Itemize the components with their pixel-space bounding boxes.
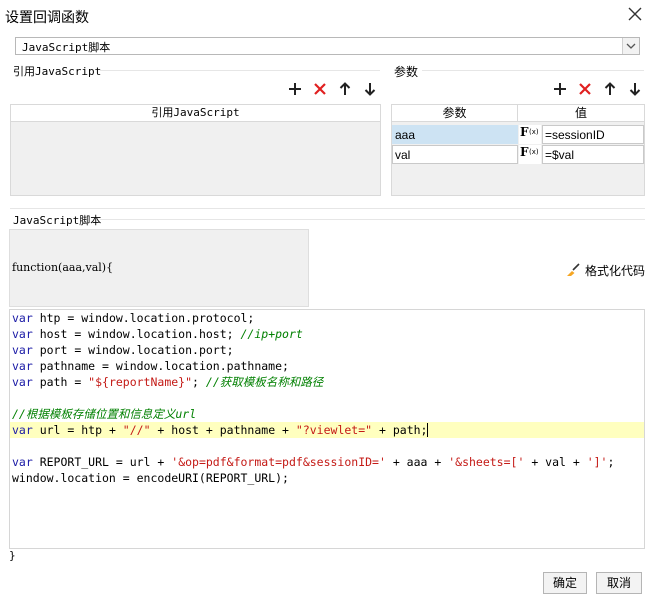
- ref-js-section-label: 引用JavaScript: [13, 65, 102, 78]
- fx-icon: F: [520, 125, 529, 139]
- param-delete-icon[interactable]: [577, 81, 593, 97]
- dialog-title: 设置回调函数: [5, 9, 89, 25]
- params-section-label: 参数: [394, 65, 419, 79]
- fx-subscript: (x): [529, 128, 539, 136]
- ref-js-table[interactable]: 引用JavaScript: [10, 104, 381, 196]
- param-value-cell[interactable]: =$val: [542, 145, 644, 164]
- divider: [422, 70, 644, 71]
- code-line: var port = window.location.port;: [12, 343, 234, 357]
- param-add-icon[interactable]: [552, 81, 568, 97]
- brush-icon: [565, 262, 581, 278]
- ok-button[interactable]: 确定: [543, 572, 587, 594]
- signature-box: function(aaa,val){: [9, 229, 309, 307]
- code-line: var url = htp + "//" + host + pathname +…: [12, 423, 429, 437]
- code-line: window.location = encodeURI(REPORT_URL);: [12, 471, 289, 485]
- ref-js-column-header: 引用JavaScript: [11, 105, 380, 122]
- code-line: var pathname = window.location.pathname;: [12, 359, 289, 373]
- divider: [100, 70, 380, 71]
- fx-subscript: (x): [529, 148, 539, 156]
- ref-move-up-icon[interactable]: [337, 81, 353, 97]
- format-code-label: 格式化代码: [585, 264, 646, 278]
- divider: [100, 219, 645, 220]
- formula-button[interactable]: F (x): [519, 125, 541, 144]
- function-signature: function(aaa,val){: [12, 261, 114, 274]
- chevron-down-icon[interactable]: [622, 38, 639, 54]
- ref-move-down-icon[interactable]: [362, 81, 378, 97]
- code-line: var htp = window.location.protocol;: [12, 311, 255, 325]
- param-move-up-icon[interactable]: [602, 81, 618, 97]
- code-line: var path = "${reportName}"; //获取模板名称和路径: [12, 375, 324, 389]
- cancel-button[interactable]: 取消: [596, 572, 642, 594]
- param-value-cell[interactable]: =sessionID: [542, 125, 644, 144]
- ref-add-icon[interactable]: [287, 81, 303, 97]
- params-table[interactable]: 参数 值 aaa F (x) =sessionID val F (x) =$va…: [391, 104, 645, 196]
- value-column-header: 值: [518, 105, 644, 122]
- formula-button[interactable]: F (x): [519, 145, 541, 164]
- fx-icon: F: [520, 145, 529, 159]
- code-line: var REPORT_URL = url + '&op=pdf&format=p…: [12, 455, 615, 469]
- code-line: var host = window.location.host; //ip+po…: [12, 327, 303, 341]
- script-type-select[interactable]: JavaScript脚本: [15, 37, 640, 55]
- closing-brace: }: [9, 549, 16, 562]
- close-icon[interactable]: [626, 5, 644, 23]
- param-name-cell[interactable]: val: [392, 145, 518, 164]
- param-name-cell[interactable]: aaa: [392, 125, 518, 144]
- script-type-value: JavaScript脚本: [22, 41, 111, 54]
- divider: [10, 208, 645, 209]
- code-line: //根据模板存储位置和信息定义url: [12, 407, 197, 421]
- script-section-label: JavaScript脚本: [13, 214, 102, 227]
- ref-delete-icon[interactable]: [312, 81, 328, 97]
- param-move-down-icon[interactable]: [627, 81, 643, 97]
- code-editor[interactable]: var htp = window.location.protocol; var …: [9, 309, 645, 549]
- format-code-button[interactable]: 格式化代码: [565, 261, 645, 279]
- param-column-header: 参数: [392, 105, 518, 122]
